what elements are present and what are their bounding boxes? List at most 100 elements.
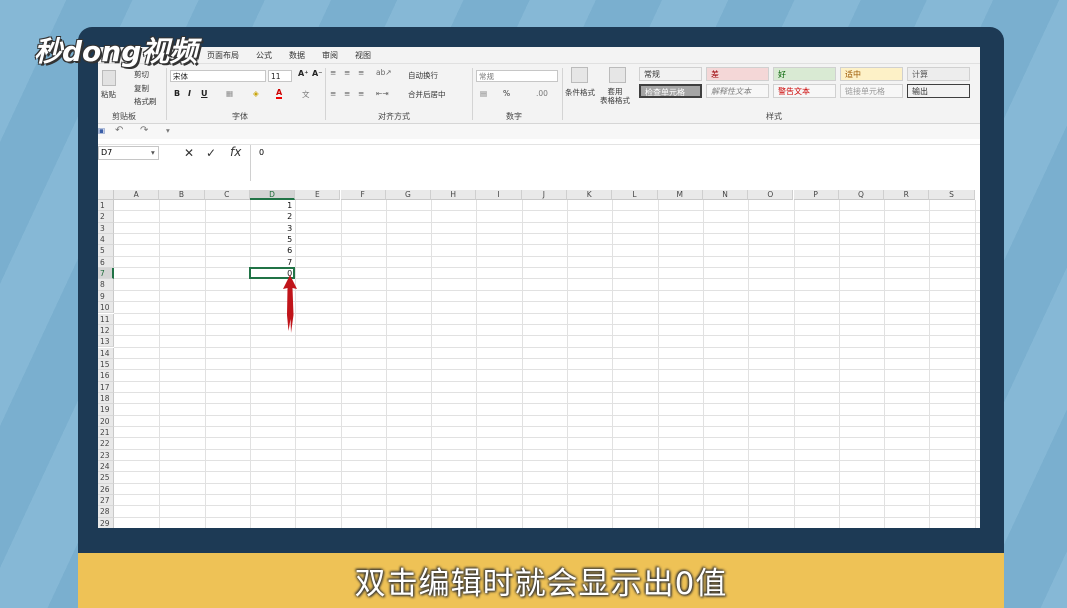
- align-left-icon[interactable]: ≡: [330, 89, 336, 98]
- merge-center-button[interactable]: 合并后居中: [408, 89, 446, 100]
- row-header-28[interactable]: 28: [98, 506, 114, 518]
- name-box-dropdown-icon[interactable]: ▾: [151, 148, 155, 157]
- name-box[interactable]: D7: [98, 146, 159, 160]
- row-header-24[interactable]: 24: [98, 461, 114, 473]
- font-size-select[interactable]: 11: [268, 70, 292, 82]
- column-header-J[interactable]: J: [521, 190, 567, 200]
- style-normal[interactable]: 常规: [639, 67, 702, 81]
- percent-button[interactable]: %: [503, 89, 510, 98]
- row-header-27[interactable]: 27: [98, 495, 114, 507]
- orientation-icon[interactable]: ab↗: [376, 68, 392, 77]
- number-format-select[interactable]: 常规: [476, 70, 558, 82]
- row-header-13[interactable]: 13: [98, 336, 114, 348]
- column-header-B[interactable]: B: [159, 190, 205, 200]
- format-painter-button[interactable]: 格式刷: [134, 96, 157, 107]
- column-header-I[interactable]: I: [476, 190, 522, 200]
- accounting-icon[interactable]: ▤: [480, 89, 487, 98]
- row-header-18[interactable]: 18: [98, 392, 114, 405]
- cell-D3[interactable]: 3: [250, 223, 292, 234]
- cut-button[interactable]: 剪切: [134, 69, 149, 80]
- tab-page-layout[interactable]: 页面布局: [207, 50, 239, 61]
- conditional-format-icon[interactable]: [571, 67, 588, 83]
- row-header-22[interactable]: 22: [98, 438, 114, 450]
- row-header-7[interactable]: 7: [98, 268, 114, 280]
- cancel-icon[interactable]: ✕: [184, 146, 194, 160]
- paste-button[interactable]: 粘贴: [101, 89, 116, 100]
- row-header-5[interactable]: 5: [98, 245, 114, 257]
- conditional-format-button[interactable]: 条件格式: [565, 87, 595, 98]
- style-explanatory[interactable]: 解释性文本: [706, 84, 769, 98]
- undo-icon[interactable]: ↶: [115, 125, 123, 136]
- style-good[interactable]: 好: [773, 67, 836, 81]
- copy-button[interactable]: 复制: [134, 83, 149, 94]
- row-header-20[interactable]: 20: [98, 415, 114, 427]
- row-header-8[interactable]: 8: [98, 279, 114, 291]
- redo-icon[interactable]: ↷: [140, 125, 148, 136]
- row-header-25[interactable]: 25: [98, 472, 114, 484]
- worksheet-grid[interactable]: A B C D E F G H I J K L M N O P Q R S 1 2 3 4 5 6 7 8 9 10 11 12 13 14 15…: [98, 190, 980, 528]
- column-header-S[interactable]: S: [929, 190, 975, 200]
- phonetic-icon[interactable]: 文: [302, 89, 310, 100]
- customize-qa-icon[interactable]: ▾: [166, 126, 170, 135]
- style-neutral[interactable]: 适中: [840, 67, 903, 81]
- shrink-font-icon[interactable]: A⁻: [312, 69, 322, 78]
- font-color-icon[interactable]: A: [276, 88, 283, 99]
- row-header-6[interactable]: 6: [98, 256, 114, 269]
- tab-data[interactable]: 数据: [289, 50, 305, 61]
- insert-function-icon[interactable]: fx: [230, 145, 241, 159]
- column-header-E[interactable]: E: [295, 190, 341, 200]
- column-header-G[interactable]: G: [385, 190, 432, 200]
- column-header-C[interactable]: C: [204, 190, 250, 200]
- cell-D4[interactable]: 5: [250, 234, 292, 245]
- column-header-H[interactable]: H: [431, 190, 477, 200]
- format-as-table-button[interactable]: 套用 表格格式: [600, 87, 630, 105]
- font-name-select[interactable]: 宋体: [170, 70, 266, 82]
- column-header-O[interactable]: O: [748, 190, 794, 200]
- underline-button[interactable]: U: [201, 89, 208, 98]
- select-all-corner[interactable]: [98, 190, 114, 200]
- align-center-icon[interactable]: ≡: [344, 89, 350, 98]
- align-top-icon[interactable]: ≡: [330, 68, 336, 77]
- row-header-19[interactable]: 19: [98, 404, 114, 416]
- row-header-29[interactable]: 29: [98, 517, 114, 528]
- column-header-M[interactable]: M: [657, 190, 703, 200]
- row-header-9[interactable]: 9: [98, 290, 114, 303]
- row-header-21[interactable]: 21: [98, 427, 114, 439]
- row-header-3[interactable]: 3: [98, 222, 114, 234]
- row-header-23[interactable]: 23: [98, 449, 114, 461]
- cell-D5[interactable]: 6: [250, 245, 292, 256]
- row-header-16[interactable]: 16: [98, 370, 114, 382]
- wrap-text-button[interactable]: 自动换行: [408, 70, 438, 81]
- row-header-12[interactable]: 12: [98, 324, 114, 337]
- column-header-P[interactable]: P: [793, 190, 839, 200]
- cell-D1[interactable]: 1: [250, 200, 292, 211]
- row-header-26[interactable]: 26: [98, 483, 114, 496]
- save-icon[interactable]: ▣: [98, 126, 105, 135]
- format-as-table-icon[interactable]: [609, 67, 626, 83]
- column-header-A[interactable]: A: [114, 190, 160, 200]
- row-header-15[interactable]: 15: [98, 358, 114, 371]
- align-right-icon[interactable]: ≡: [358, 89, 364, 98]
- style-output[interactable]: 输出: [907, 84, 970, 98]
- formula-input[interactable]: 0: [250, 145, 980, 181]
- row-header-11[interactable]: 11: [98, 313, 114, 325]
- column-header-K[interactable]: K: [567, 190, 613, 200]
- row-header-1[interactable]: 1: [98, 200, 114, 212]
- style-warning[interactable]: 警告文本: [773, 84, 836, 98]
- italic-button[interactable]: I: [188, 89, 191, 98]
- align-middle-icon[interactable]: ≡: [344, 68, 350, 77]
- style-calculation[interactable]: 计算: [907, 67, 970, 81]
- indent-icon[interactable]: ⇤⇥: [376, 89, 389, 98]
- style-check-cell[interactable]: 检查单元格: [639, 84, 702, 98]
- fill-color-icon[interactable]: ◈: [253, 89, 259, 98]
- row-header-14[interactable]: 14: [98, 347, 114, 359]
- cell-D6[interactable]: 7: [250, 257, 292, 268]
- bold-button[interactable]: B: [174, 89, 180, 98]
- decimal-icon[interactable]: .00: [536, 89, 548, 98]
- column-header-N[interactable]: N: [702, 190, 749, 200]
- style-linked-cell[interactable]: 链接单元格: [840, 84, 903, 98]
- paste-icon[interactable]: [102, 70, 116, 86]
- tab-review[interactable]: 审阅: [322, 50, 338, 61]
- column-header-D[interactable]: D: [249, 190, 296, 200]
- border-icon[interactable]: ▦: [226, 89, 233, 98]
